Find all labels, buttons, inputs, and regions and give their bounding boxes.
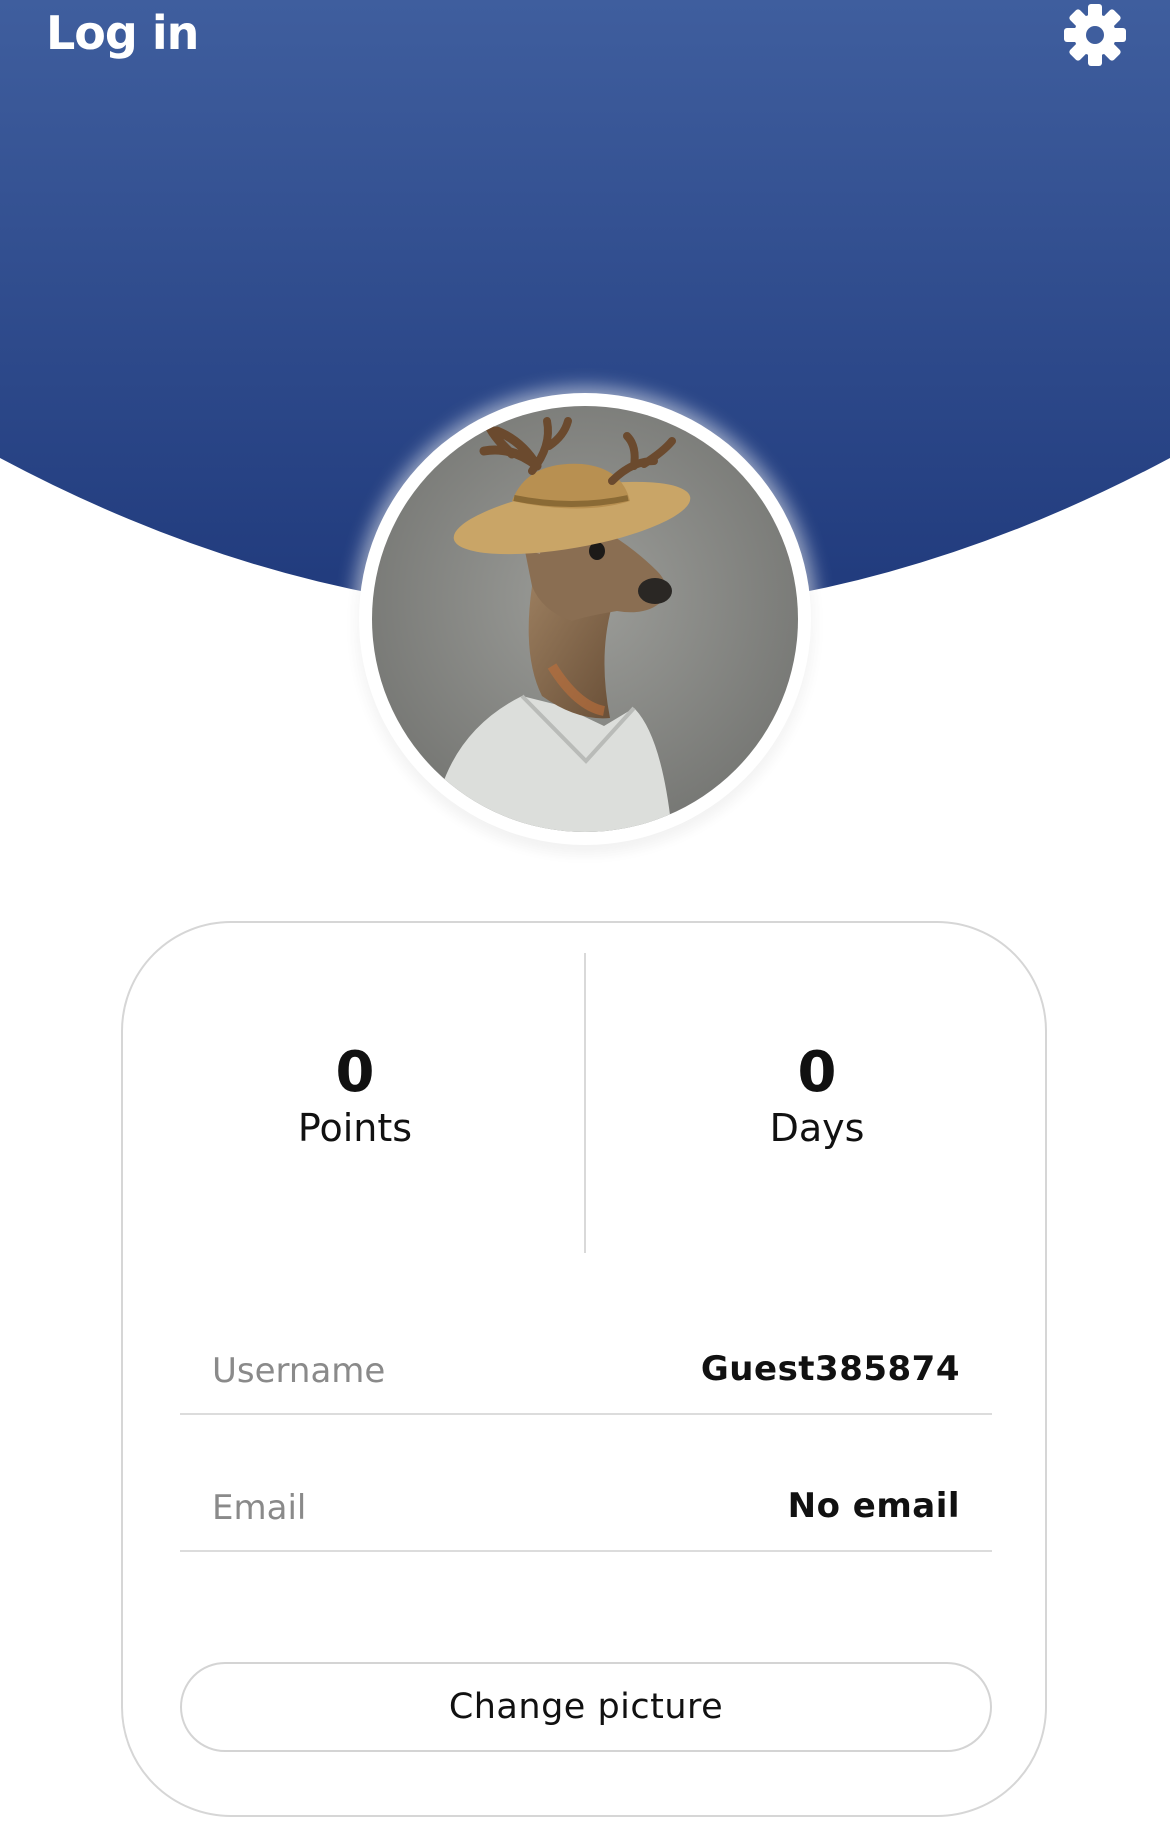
username-value: Guest385874	[700, 1349, 960, 1389]
profile-card: 0 Points 0 Days Username Guest385874 Ema…	[121, 921, 1047, 1817]
email-value: No email	[787, 1486, 960, 1526]
login-link[interactable]: Log in	[46, 6, 199, 60]
gear-icon	[1064, 4, 1126, 66]
username-label: Username	[212, 1351, 386, 1391]
change-picture-button[interactable]: Change picture	[180, 1662, 992, 1752]
days-stat: 0 Days	[667, 1041, 967, 1153]
email-label: Email	[212, 1488, 307, 1528]
points-value: 0	[335, 1040, 375, 1105]
days-value: 0	[797, 1040, 837, 1105]
email-row[interactable]: Email No email	[180, 1450, 992, 1552]
points-stat: 0 Points	[205, 1041, 505, 1153]
avatar-frame	[359, 393, 811, 845]
settings-button[interactable]	[1062, 2, 1128, 68]
username-row[interactable]: Username Guest385874	[180, 1313, 992, 1415]
deer-portrait-image	[372, 406, 798, 832]
avatar[interactable]	[372, 406, 798, 832]
stats-divider	[584, 953, 586, 1253]
points-label: Points	[297, 1106, 413, 1150]
days-label: Days	[769, 1106, 865, 1150]
